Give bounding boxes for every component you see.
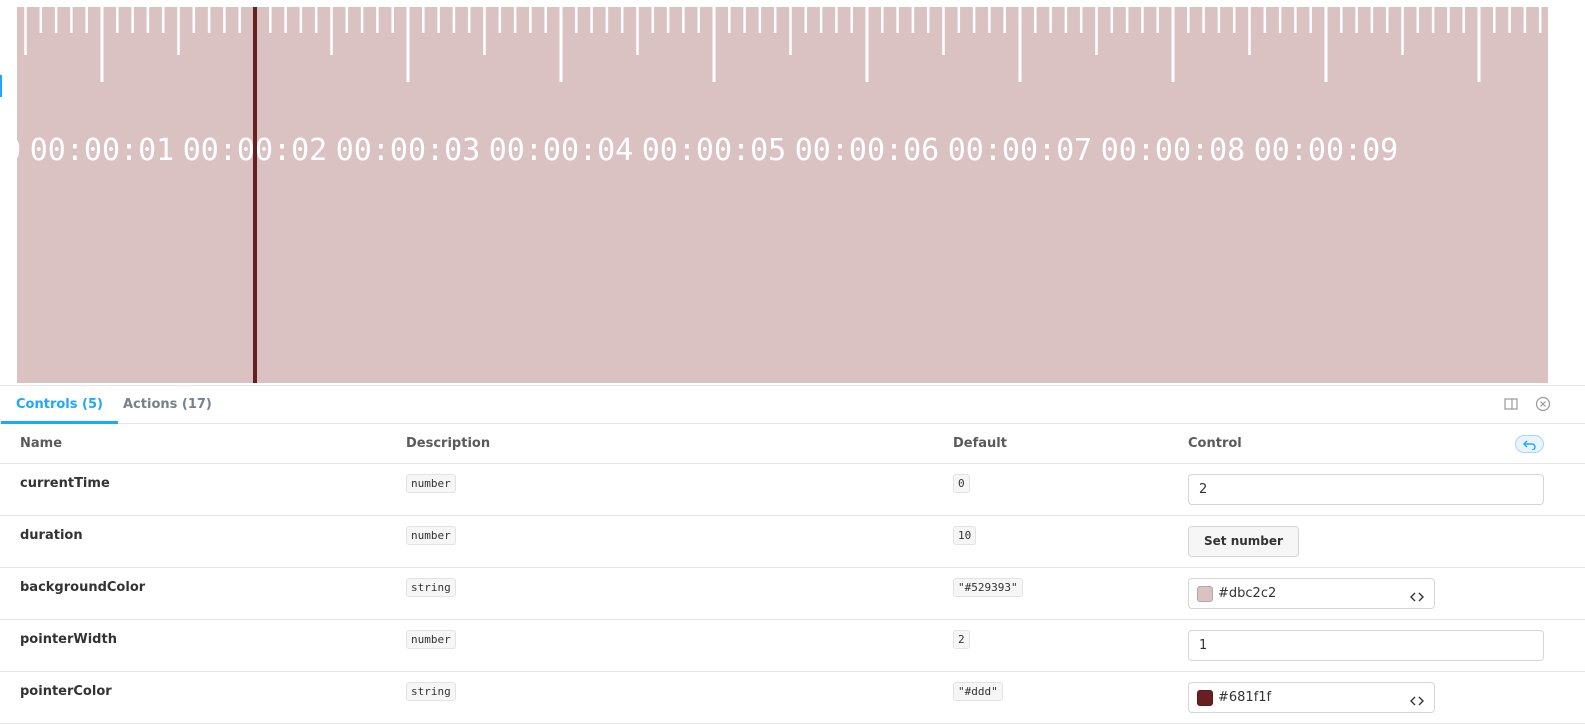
tab-controls[interactable]: Controls (5) bbox=[1, 386, 118, 424]
undo-icon bbox=[1522, 435, 1537, 454]
arg-type: string bbox=[406, 578, 456, 597]
sidebar-edge-marker bbox=[0, 75, 2, 97]
arg-name: currentTime bbox=[20, 476, 110, 491]
arg-default: 2 bbox=[953, 630, 970, 649]
color-value[interactable]: #dbc2c2 bbox=[1218, 579, 1276, 608]
timecode-label: 00:00:08 bbox=[1101, 133, 1246, 168]
panel-layout-icon[interactable] bbox=[1504, 396, 1520, 412]
table-row: backgroundColor string "#529393" #dbc2c2 bbox=[0, 568, 1585, 620]
color-value[interactable]: #681f1f bbox=[1218, 683, 1271, 712]
timecode-label: 00:00:07 bbox=[948, 133, 1093, 168]
arg-name: backgroundColor bbox=[20, 580, 146, 595]
arg-name: pointerWidth bbox=[20, 632, 117, 647]
close-circle-icon[interactable] bbox=[1535, 396, 1551, 412]
arg-default: 10 bbox=[953, 526, 977, 545]
current-time-input[interactable]: 2 bbox=[1188, 474, 1544, 505]
timecode-label: 00:00:09 bbox=[1254, 133, 1399, 168]
addons-panel: Controls (5) Actions (17) Name Descripti… bbox=[0, 385, 1585, 724]
table-row: pointerColor string "#ddd" #681f1f bbox=[0, 672, 1585, 724]
arg-name: pointerColor bbox=[20, 684, 112, 699]
tab-actions[interactable]: Actions (17) bbox=[108, 386, 227, 424]
timecode-label: 00:00:00 bbox=[17, 133, 21, 168]
arg-name: duration bbox=[20, 528, 83, 543]
timecode-label: 00:00:05 bbox=[642, 133, 787, 168]
arg-type: number bbox=[406, 526, 456, 545]
table-row: currentTime number 0 2 bbox=[0, 464, 1585, 516]
time-pointer[interactable] bbox=[253, 7, 257, 383]
addons-tabbar: Controls (5) Actions (17) bbox=[0, 386, 1585, 424]
arg-default: "#529393" bbox=[953, 578, 1023, 597]
header-default: Default bbox=[953, 436, 1007, 451]
args-table-header: Name Description Default Control bbox=[0, 424, 1585, 464]
header-control: Control bbox=[1188, 436, 1242, 451]
timeline-ruler[interactable]: 00:00:0000:00:0100:00:0200:00:0300:00:04… bbox=[17, 7, 1548, 383]
code-toggle-icon[interactable] bbox=[1410, 588, 1424, 602]
timecode-label: 00:00:04 bbox=[489, 133, 634, 168]
pointer-width-input[interactable]: 1 bbox=[1188, 630, 1544, 661]
background-color-picker[interactable]: #dbc2c2 bbox=[1188, 578, 1435, 609]
timecode-label: 00:00:03 bbox=[336, 133, 481, 168]
color-swatch[interactable] bbox=[1197, 690, 1213, 706]
table-row: duration number 10 Set number bbox=[0, 516, 1585, 568]
header-name: Name bbox=[20, 436, 63, 451]
header-description: Description bbox=[406, 436, 491, 451]
arg-default: 0 bbox=[953, 474, 970, 493]
arg-type: number bbox=[406, 630, 456, 649]
color-swatch[interactable] bbox=[1197, 586, 1213, 602]
timecode-label: 00:00:01 bbox=[30, 133, 175, 168]
code-toggle-icon[interactable] bbox=[1410, 692, 1424, 706]
story-preview: 00:00:0000:00:0100:00:0200:00:0300:00:04… bbox=[0, 0, 1585, 385]
arg-default: "#ddd" bbox=[953, 682, 1003, 701]
arg-type: string bbox=[406, 682, 456, 701]
table-row: pointerWidth number 2 1 bbox=[0, 620, 1585, 672]
set-number-button[interactable]: Set number bbox=[1188, 526, 1299, 557]
timecode-label: 00:00:06 bbox=[795, 133, 940, 168]
pointer-color-picker[interactable]: #681f1f bbox=[1188, 682, 1435, 713]
reset-controls-button[interactable] bbox=[1515, 435, 1544, 453]
arg-type: number bbox=[406, 474, 456, 493]
timeline-ruler-svg: 00:00:0000:00:0100:00:0200:00:0300:00:04… bbox=[17, 7, 1542, 383]
